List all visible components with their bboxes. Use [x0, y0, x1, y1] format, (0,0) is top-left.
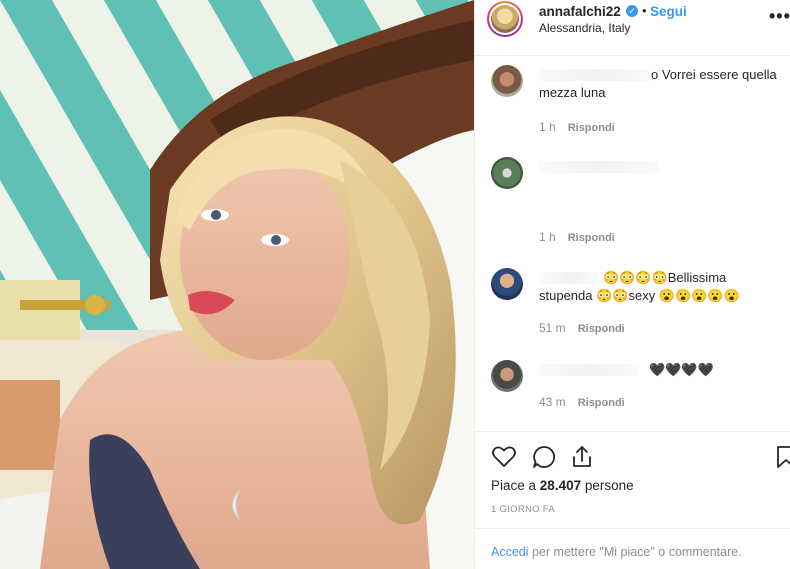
comment-text: o Vorrei essere quella mezza luna [539, 67, 777, 100]
likes-count[interactable]: Piace a 28.407 persone [491, 478, 634, 493]
login-prompt-text: per mettere "Mi piace" o commentare. [532, 545, 742, 559]
share-icon[interactable] [569, 444, 595, 470]
comment-time: 43 m [539, 395, 566, 409]
comment-meta: 1 h Rispondi [539, 230, 615, 244]
header-separator: • [642, 3, 647, 18]
profile-avatar[interactable] [487, 1, 523, 37]
bookmark-icon[interactable] [773, 444, 790, 470]
login-prompt: Accedi per mettere "Mi piace" o commenta… [475, 528, 790, 569]
location-link[interactable]: Alessandria, Italy [539, 21, 630, 35]
reply-button[interactable]: Rispondi [568, 122, 615, 134]
post-actions: Piace a 28.407 persone 1 GIORNO FA Acced… [475, 431, 790, 569]
post-header: annafalchi22 ✓ • Segui Alessandria, Ital… [475, 0, 790, 56]
username-link[interactable]: annafalchi22 [539, 4, 621, 19]
comment-meta: 43 m Rispondi [539, 395, 625, 409]
comment-username[interactable] [539, 161, 659, 173]
reply-button[interactable]: Rispondi [578, 397, 625, 409]
comment-icon[interactable] [531, 444, 557, 470]
comment-time: 1 h [539, 120, 556, 134]
comment-avatar[interactable] [491, 157, 523, 189]
verified-badge-icon: ✓ [626, 5, 638, 17]
comment-avatar[interactable] [491, 65, 523, 97]
comments-list[interactable]: o Vorrei essere quella mezza luna 1 h Ris… [475, 57, 790, 431]
reply-button[interactable]: Rispondi [578, 323, 625, 335]
comment-meta: 1 h Rispondi [539, 120, 615, 134]
reply-button[interactable]: Rispondi [568, 232, 615, 244]
post-sidebar: annafalchi22 ✓ • Segui Alessandria, Ital… [474, 0, 790, 569]
comment-time: 51 m [539, 321, 566, 335]
comment-text: 🖤🖤🖤🖤 [649, 362, 714, 377]
post-timestamp[interactable]: 1 GIORNO FA [491, 504, 555, 515]
follow-button[interactable]: Segui [650, 4, 687, 19]
more-options-icon[interactable]: ••• [769, 6, 790, 27]
post-image [0, 0, 474, 569]
comment-avatar[interactable] [491, 268, 523, 300]
comment-avatar[interactable] [491, 360, 523, 392]
login-link[interactable]: Accedi [491, 545, 529, 559]
heart-icon[interactable] [491, 444, 517, 470]
post-photo[interactable] [0, 0, 474, 569]
comment-meta: 51 m Rispondi [539, 321, 625, 335]
comment-text: 😳😳😳😳Bellissima stupenda 😳😳sexy 😮😮😮😮😮 [539, 270, 740, 303]
comment-time: 1 h [539, 230, 556, 244]
